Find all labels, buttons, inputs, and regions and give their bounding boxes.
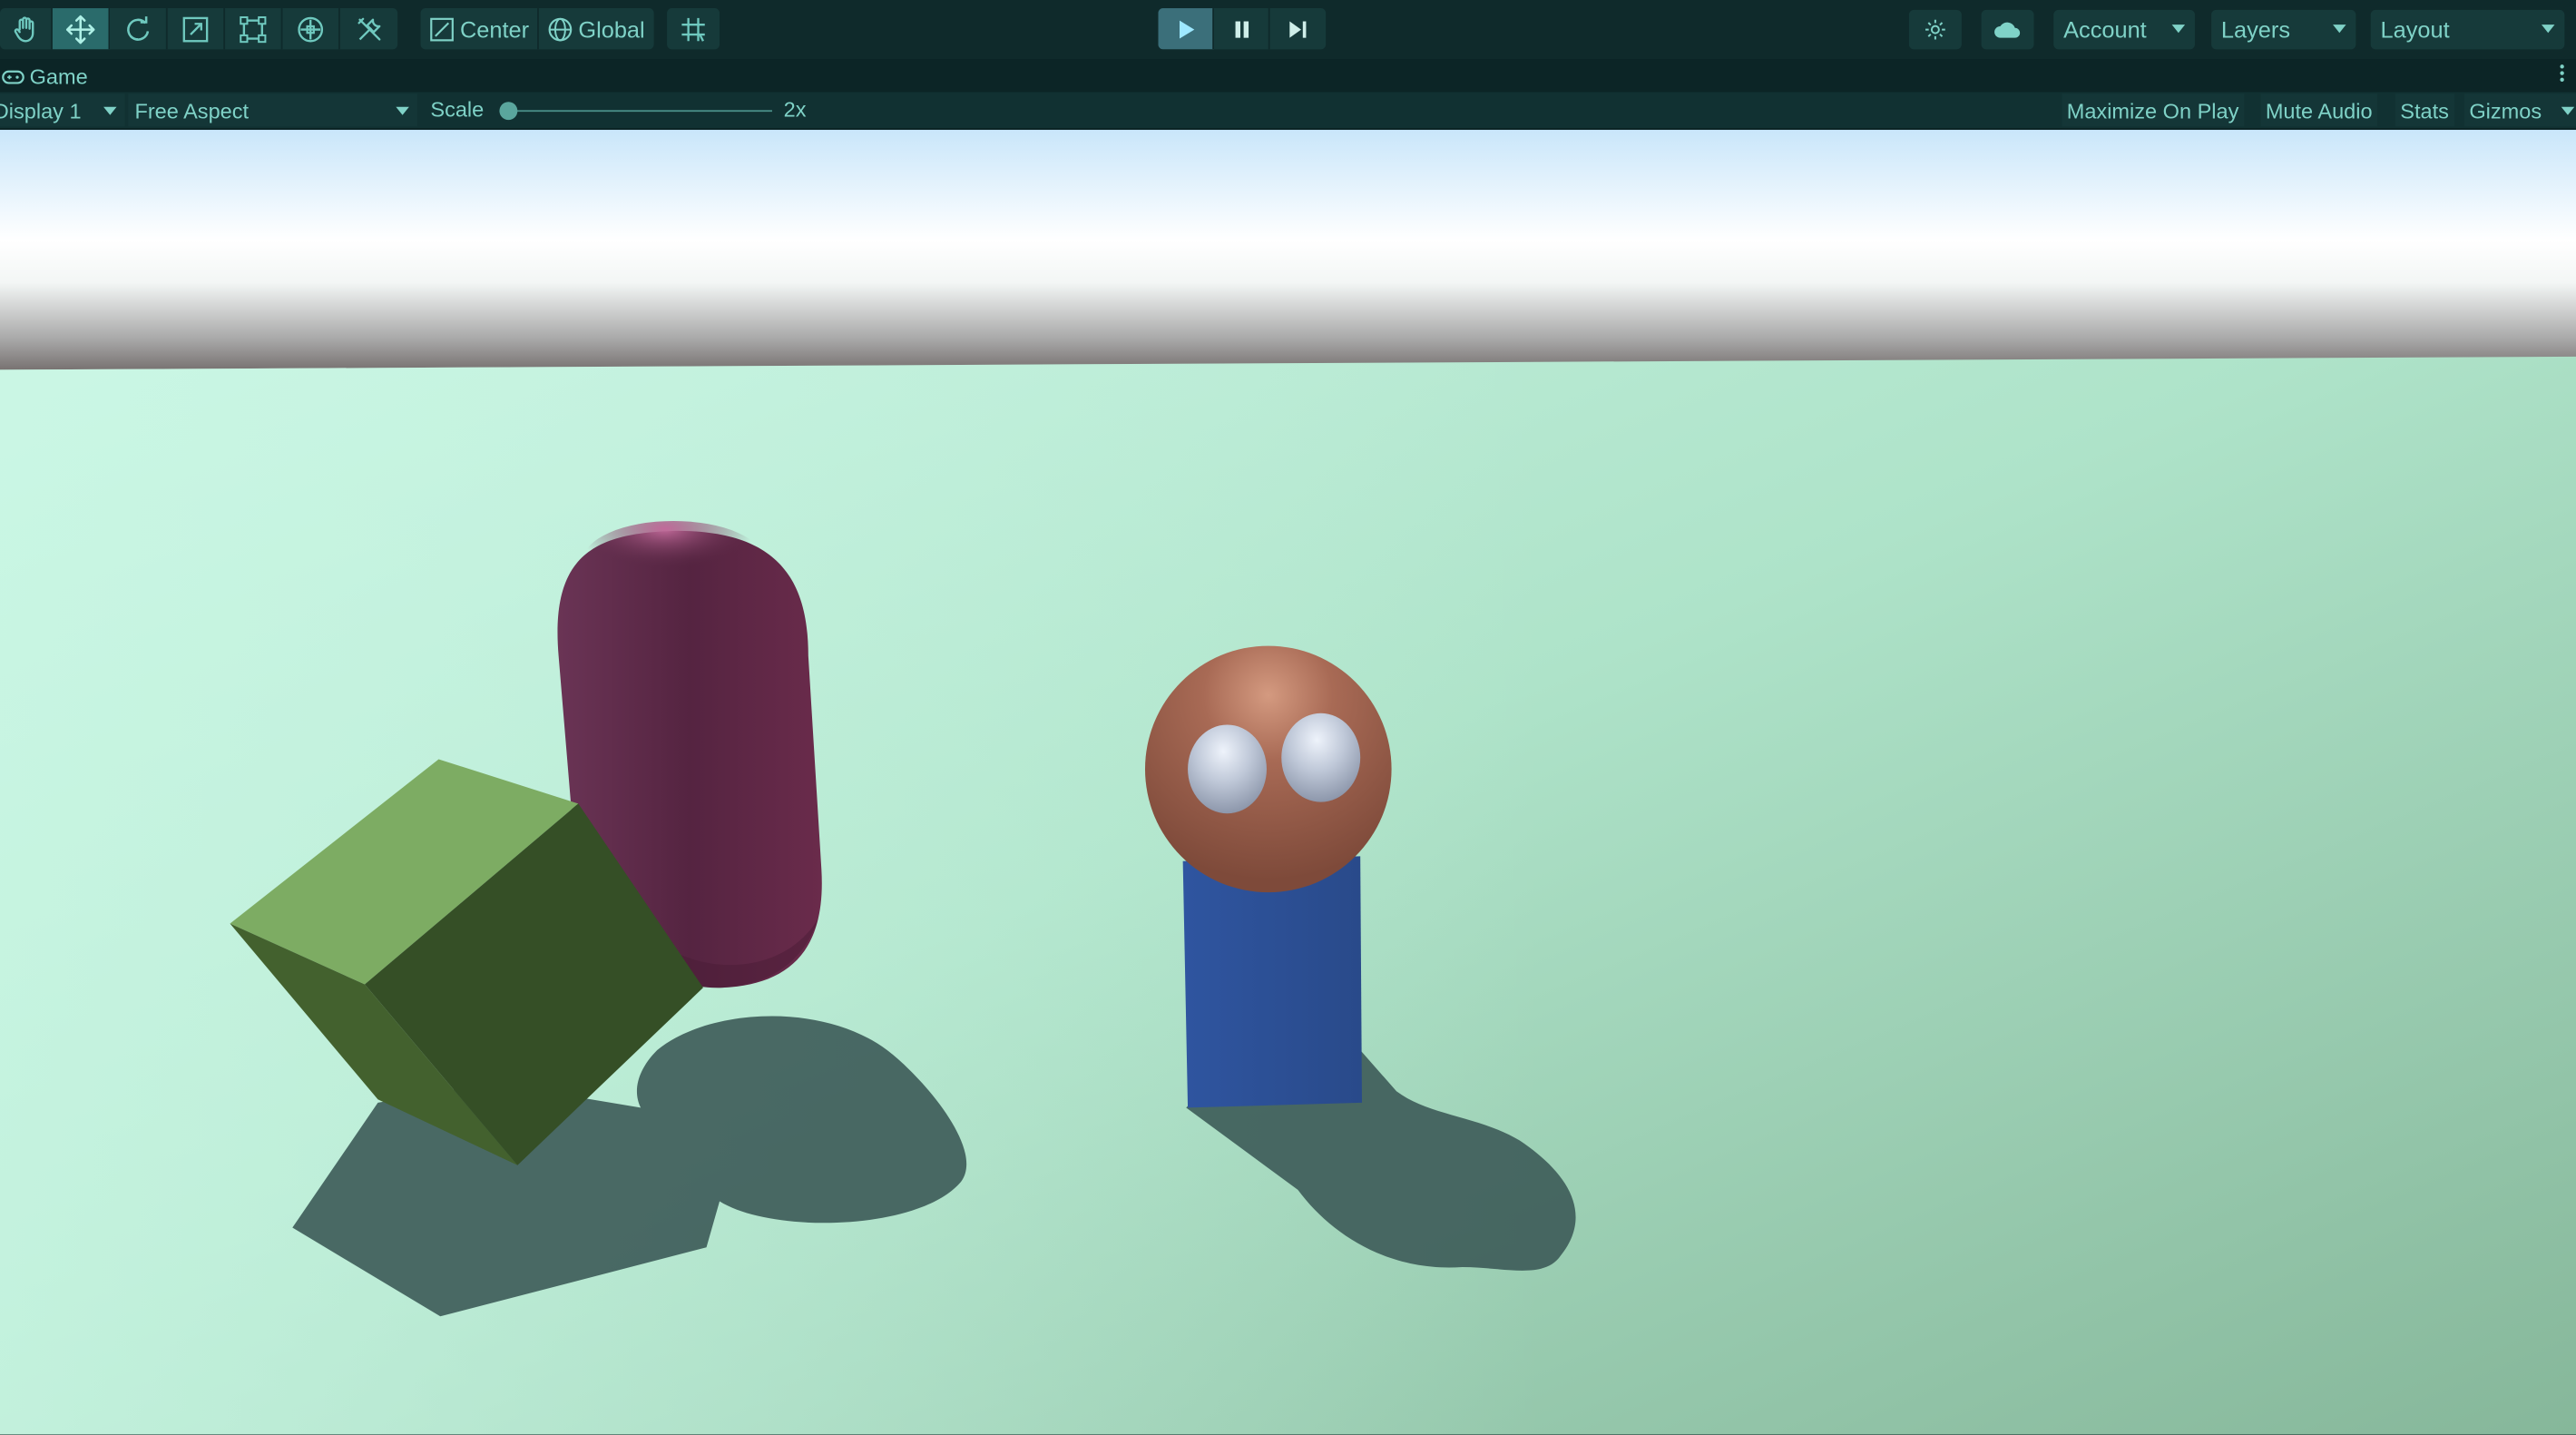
maximize-on-play-label: Maximize On Play [2066, 97, 2239, 123]
aspect-label: Free Aspect [134, 97, 250, 123]
mute-audio-toggle[interactable]: Mute Audio [2260, 93, 2378, 127]
sky [0, 130, 2576, 377]
play-button[interactable] [1158, 8, 1215, 50]
more-options-icon[interactable] [2560, 64, 2564, 86]
scale-slider-track[interactable] [505, 110, 772, 113]
layout-label: Layout [2380, 16, 2450, 44]
scale-tool-icon[interactable] [168, 8, 226, 50]
step-button[interactable] [1270, 8, 1327, 49]
hand-tool-icon[interactable] [0, 8, 53, 50]
rotate-tool-icon[interactable] [110, 8, 168, 50]
right-eye [1281, 713, 1361, 802]
chevron-down-icon [103, 106, 117, 115]
grid-snap-icon[interactable] [667, 8, 720, 49]
scale-label: Scale [430, 96, 485, 122]
play-icon [1179, 19, 1194, 38]
gamepad-icon [2, 69, 24, 84]
tab-game[interactable]: Game [0, 61, 88, 92]
layout-dropdown[interactable]: Layout [2370, 9, 2565, 50]
cloud-icon[interactable] [1981, 9, 2034, 50]
pivot-rotation-toggle[interactable]: Global [539, 8, 653, 49]
account-label: Account [2063, 16, 2147, 44]
layers-label: Layers [2220, 16, 2291, 44]
scale-value: 2x [783, 96, 807, 122]
grid-snap-group [667, 8, 720, 50]
step-icon [1289, 20, 1307, 37]
chevron-down-icon [2541, 25, 2555, 34]
scene-render [0, 130, 2576, 1435]
game-viewport[interactable] [0, 130, 2576, 1435]
game-view-controls: Display 1 Free Aspect Scale 2x Maximize … [0, 92, 2576, 129]
chevron-down-icon [2171, 25, 2186, 34]
chevron-down-icon [396, 106, 409, 115]
pivot-rotation-label: Global [578, 15, 645, 43]
display-label: Display 1 [0, 97, 82, 123]
tab-game-label: Game [29, 64, 88, 89]
stats-toggle[interactable]: Stats [2395, 93, 2454, 127]
stats-label: Stats [2400, 97, 2449, 123]
globe-icon [548, 16, 573, 41]
mute-audio-label: Mute Audio [2265, 97, 2373, 123]
rect-tool-icon[interactable] [225, 8, 283, 50]
pause-icon [1234, 20, 1249, 37]
scale-slider-thumb[interactable] [499, 102, 518, 121]
game-tab-bar: Game [0, 59, 2576, 93]
pivot-center-icon [430, 16, 454, 41]
transform-tool-icon[interactable] [282, 8, 340, 50]
chevron-down-icon [2561, 106, 2575, 115]
gizmos-dropdown[interactable]: Gizmos [2463, 93, 2576, 127]
playback-group [1158, 8, 1327, 50]
services-icon[interactable] [1908, 9, 1962, 50]
tool-group [0, 8, 398, 50]
aspect-dropdown[interactable]: Free Aspect [128, 93, 417, 127]
main-toolbar: Center Global Account Layers Layout [0, 0, 2576, 60]
character-body [1182, 856, 1362, 1108]
gizmos-label: Gizmos [2469, 97, 2542, 123]
maximize-on-play-toggle[interactable]: Maximize On Play [2062, 93, 2244, 127]
character-head [1144, 645, 1392, 893]
move-tool-icon[interactable] [52, 8, 111, 50]
custom-tool-icon[interactable] [340, 8, 397, 49]
account-dropdown[interactable]: Account [2053, 9, 2195, 50]
display-dropdown[interactable]: Display 1 [0, 93, 125, 127]
pivot-group: Center Global [420, 8, 653, 50]
pause-button[interactable] [1214, 8, 1270, 50]
layers-dropdown[interactable]: Layers [2211, 9, 2356, 50]
left-eye [1188, 724, 1267, 814]
pivot-mode-label: Center [459, 15, 530, 43]
pivot-mode-toggle[interactable]: Center [421, 8, 539, 50]
chevron-down-icon [2333, 25, 2346, 34]
